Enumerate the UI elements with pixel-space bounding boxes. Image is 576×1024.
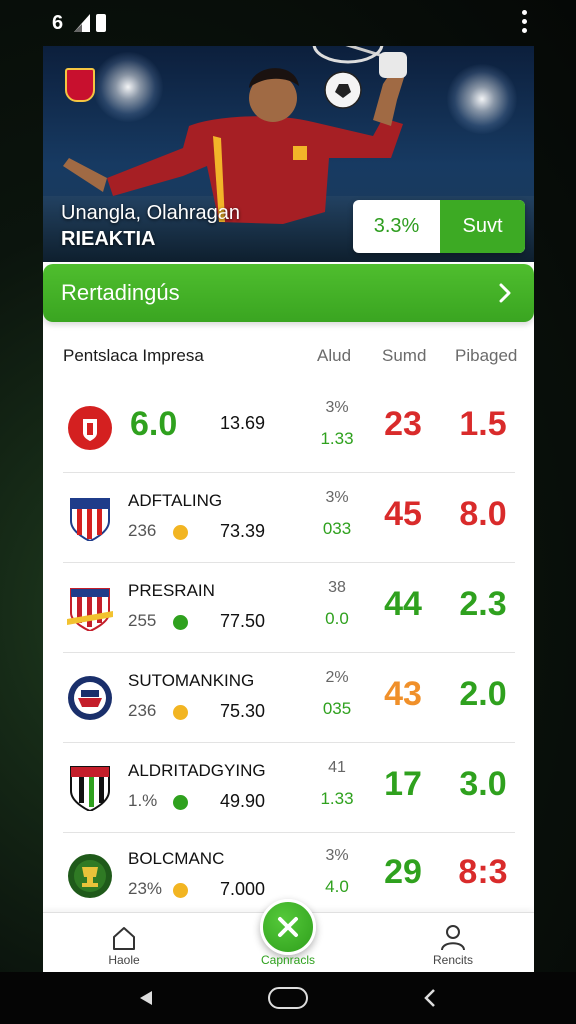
team-name: SUTOMANKING (128, 671, 255, 690)
team-sub: 1.% (128, 791, 158, 810)
team-crest-icon (70, 498, 110, 541)
stat-bottom: 0.0 (325, 609, 349, 628)
status-dot (173, 795, 188, 810)
team-name: ADFTALING (128, 491, 223, 510)
team-name: BOLCMANC (128, 849, 225, 868)
table-row[interactable]: 6.0 13.69 3% 1.33 23 1.5 (63, 383, 515, 473)
signal-icon (74, 14, 90, 32)
table-row[interactable]: ADFTALING 236 73.39 3% 033 45 8.0 (63, 473, 515, 563)
score-a: 23 (384, 405, 422, 443)
score-a: 45 (384, 495, 422, 533)
nav-center-label[interactable]: Capnracls (248, 953, 328, 967)
score-b: 2.0 (459, 675, 507, 713)
team-name: PRESRAIN (128, 581, 215, 600)
stat-top: 3% (325, 489, 349, 506)
team-value: 13.69 (220, 413, 266, 433)
team-value: 7.000 (220, 879, 266, 899)
system-nav-bar (0, 972, 576, 1024)
score-b: 1.5 (459, 405, 507, 443)
table-row[interactable]: ALDRITADGYING 1.% 49.90 41 1.33 17 3.0 (63, 743, 515, 833)
nav-home-label[interactable]: Haole (103, 953, 145, 967)
chevron-right-icon[interactable] (495, 283, 515, 303)
bottom-nav: Haole Capnracls Rencits (43, 899, 534, 972)
close-icon (278, 917, 298, 937)
stat-bottom: 035 (322, 699, 352, 718)
hero-percent[interactable]: 3.3% (353, 200, 440, 253)
header-col-a[interactable]: Alud (317, 346, 351, 366)
team-crest-icon (68, 676, 112, 720)
stat-bottom: 1.33 (320, 429, 354, 448)
team-sub: 236 (128, 521, 157, 540)
hero-action-button[interactable]: Suvt (440, 200, 525, 253)
table-header: Pentslaca Impresa Alud Sumd Pibaged (43, 346, 534, 370)
nav-profile-label[interactable]: Rencits (428, 953, 478, 967)
home-pill-icon[interactable] (268, 987, 308, 1009)
team-sub: 236 (128, 701, 157, 720)
app-screen: Unangla, Olahragan RIEAKTIA 3.3% Suvt Re… (43, 46, 534, 972)
score-a: 44 (384, 585, 422, 623)
table-row[interactable]: PRESRAIN 255 77.50 38 0.0 44 2.3 (63, 563, 515, 653)
section-banner-title: Rertadingús (61, 280, 180, 305)
score-a: 29 (384, 853, 422, 891)
home-icon[interactable] (111, 925, 137, 951)
stat-bottom: 033 (322, 519, 352, 538)
hero-title-line2: RIEAKTIA (61, 228, 156, 250)
header-name: Pentslaca Impresa (63, 346, 204, 365)
back-icon[interactable] (138, 990, 154, 1006)
status-dot (173, 705, 188, 720)
team-crest-icon (68, 406, 112, 450)
team-crest-icon (67, 588, 113, 631)
center-action-button[interactable] (260, 899, 316, 955)
header-col-b[interactable]: Sumd (382, 346, 426, 366)
section-banner[interactable]: Rertadingús (43, 264, 534, 322)
team-crest-icon (68, 854, 112, 898)
team-value: 73.39 (220, 521, 266, 541)
recent-icon[interactable] (422, 988, 438, 1008)
team-sub: 23% (128, 879, 163, 898)
table-row[interactable]: SUTOMANKING 236 75.30 2% 035 43 2.0 (63, 653, 515, 743)
score-b: 8:3 (458, 853, 508, 891)
profile-icon[interactable] (439, 923, 467, 951)
header-col-c[interactable]: Pibaged (455, 346, 517, 366)
hero-title: Unangla, Olahragan RIEAKTIA (61, 200, 240, 252)
score-b: 2.3 (459, 585, 507, 623)
battery-icon (96, 14, 106, 32)
status-dot (173, 883, 188, 898)
team-name: ALDRITADGYING (128, 761, 266, 780)
stat-bottom: 1.33 (320, 789, 354, 808)
stat-top: 2% (325, 669, 349, 686)
stat-top: 3% (325, 399, 349, 416)
stat-bottom: 4.0 (325, 877, 349, 896)
team-value: 75.30 (220, 701, 266, 721)
team-value: 49.90 (220, 791, 266, 811)
status-dot (173, 615, 188, 630)
status-dot (173, 525, 188, 540)
hero-title-line1: Unangla, Olahragan (61, 202, 241, 224)
team-rating: 6.0 (130, 405, 178, 443)
status-bar: 6 (0, 0, 576, 46)
team-sub: 255 (128, 611, 157, 630)
score-b: 3.0 (459, 765, 507, 803)
team-value: 77.50 (220, 611, 266, 631)
score-a: 43 (384, 675, 422, 713)
stat-top: 41 (328, 759, 346, 776)
hero-controls: 3.3% Suvt (353, 200, 525, 253)
stat-top: 38 (328, 579, 346, 596)
hero-banner[interactable]: Unangla, Olahragan RIEAKTIA 3.3% Suvt (43, 46, 534, 262)
team-crest-icon (70, 766, 110, 811)
score-a: 17 (384, 765, 422, 803)
score-b: 8.0 (459, 495, 507, 533)
stat-top: 3% (325, 847, 349, 864)
status-time: 6 (52, 12, 64, 34)
more-vertical-icon[interactable] (520, 10, 528, 36)
